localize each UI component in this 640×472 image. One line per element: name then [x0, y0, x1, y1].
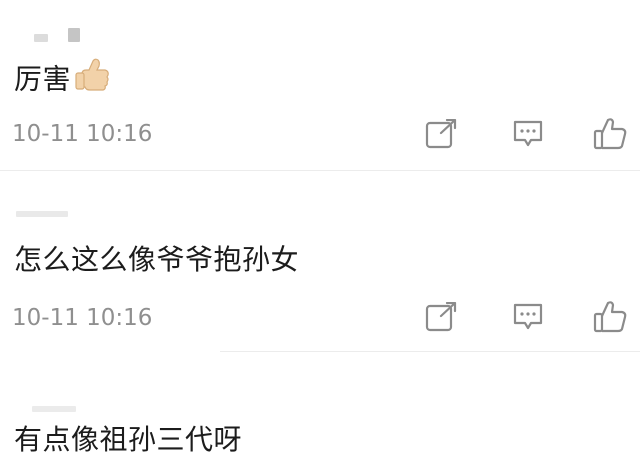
like-icon [593, 300, 627, 334]
share-icon [425, 119, 459, 149]
comment-item: 有点像祖孙三代呀 [0, 352, 640, 472]
like-icon [593, 117, 627, 151]
comment-text: 怎么这么像爷爷抱孙女 [14, 243, 300, 276]
reply-button[interactable] [506, 297, 550, 337]
comment-timestamp: 10-11 10:16 [12, 305, 153, 331]
like-button[interactable] [588, 114, 632, 154]
comment-timestamp: 10-11 10:16 [12, 121, 153, 147]
reply-button[interactable] [506, 114, 550, 154]
comment-actions [420, 297, 640, 337]
share-button[interactable] [420, 297, 464, 337]
reply-icon [512, 302, 544, 332]
comment-item: 怎么这么像爷爷抱孙女 10-11 10:16 [0, 171, 640, 351]
like-button[interactable] [588, 297, 632, 337]
thumbs-up-emoji-icon [73, 58, 111, 103]
comment-text: 有点像祖孙三代呀 [14, 423, 243, 456]
comment-actions [420, 114, 640, 154]
comment-text: 厉害 [14, 58, 111, 103]
share-icon [425, 302, 459, 332]
comment-item: 厉害 10-11 10:16 [0, 0, 640, 170]
share-button[interactable] [420, 114, 464, 154]
reply-icon [512, 119, 544, 149]
comment-text-label: 厉害 [14, 62, 72, 96]
